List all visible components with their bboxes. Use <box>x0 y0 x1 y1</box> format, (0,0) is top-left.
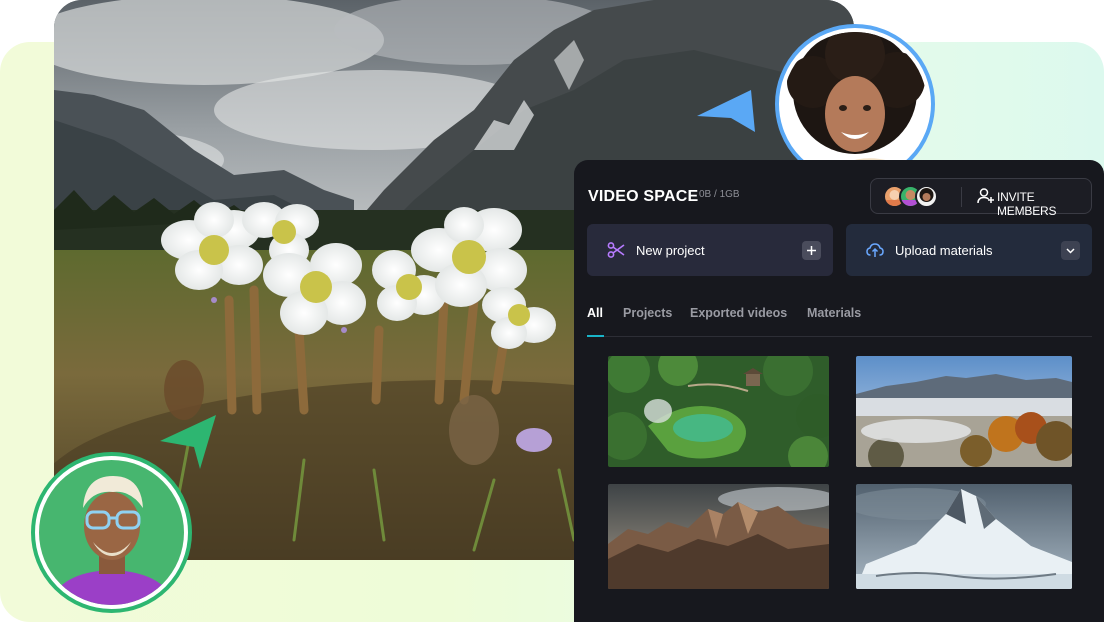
thumbnail-snowy-peak[interactable] <box>856 484 1072 589</box>
blue-cursor-icon <box>697 90 755 132</box>
upload-materials-button[interactable]: Upload materials <box>846 224 1092 276</box>
tab-divider <box>587 336 1092 337</box>
scissors-icon <box>607 242 625 258</box>
panel-title: VIDEO SPACE <box>588 188 699 205</box>
tab-bar: All Projects Exported videos Materials <box>587 306 1092 338</box>
chevron-down-icon[interactable] <box>1061 241 1080 260</box>
invite-members-button[interactable]: INVITE MEMBERS <box>870 178 1092 218</box>
thumbnail-rocky-mountain-ridge[interactable] <box>608 484 829 589</box>
thumbnail-foggy-town-mountains[interactable] <box>856 356 1072 467</box>
video-space-panel: VIDEO SPACE 0B / 1GB INVITE MEMBERS New … <box>574 160 1104 622</box>
new-project-label: New project <box>636 243 705 258</box>
tab-all[interactable]: All <box>587 306 603 320</box>
new-project-button[interactable]: New project <box>587 224 833 276</box>
plus-icon[interactable] <box>802 241 821 260</box>
tab-projects[interactable]: Projects <box>623 306 672 320</box>
tab-materials[interactable]: Materials <box>807 306 861 320</box>
green-cursor-icon <box>160 415 216 469</box>
invite-members-label: INVITE MEMBERS <box>997 190 1057 218</box>
tab-exported-videos[interactable]: Exported videos <box>690 306 787 320</box>
member-avatar-3 <box>915 185 938 208</box>
add-user-icon <box>977 188 994 204</box>
storage-usage: 0B / 1GB <box>699 189 740 200</box>
active-tab-indicator <box>587 335 604 337</box>
cloud-upload-icon <box>866 243 884 257</box>
thumbnail-forest-spring[interactable] <box>608 356 829 467</box>
upload-materials-label: Upload materials <box>895 243 993 258</box>
avatar-man <box>31 452 192 613</box>
invite-divider <box>961 187 962 207</box>
